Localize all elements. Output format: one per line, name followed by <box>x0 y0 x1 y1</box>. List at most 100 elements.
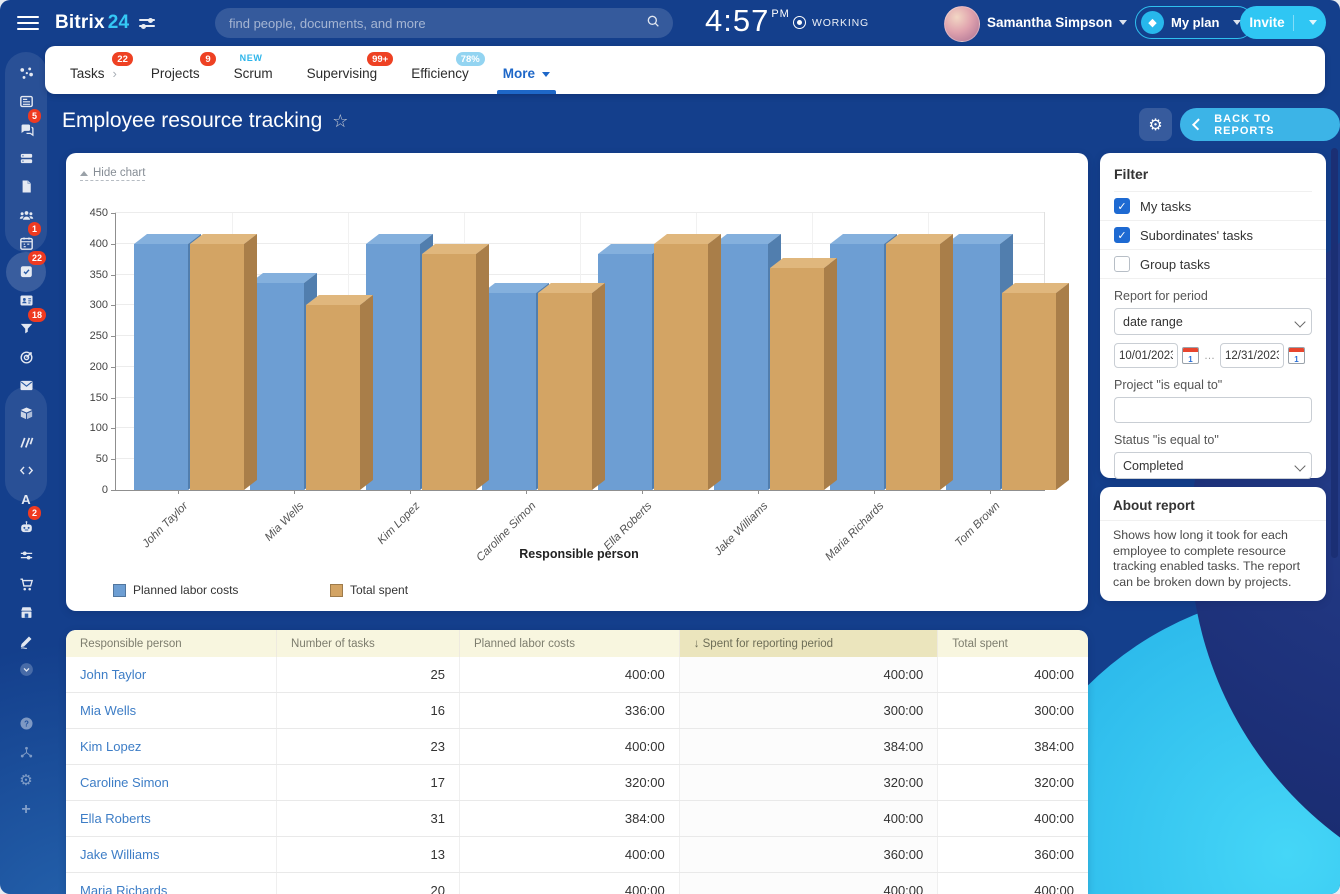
bar-total-spent[interactable] <box>886 244 940 490</box>
search-icon[interactable] <box>645 13 661 34</box>
bar-total-spent[interactable] <box>422 254 476 490</box>
chevron-right-icon[interactable]: › <box>113 66 117 81</box>
bar-planned-labor-costs[interactable] <box>946 244 1000 490</box>
column-header-total-spent[interactable]: Total spent <box>938 630 1088 657</box>
bar-total-spent[interactable] <box>538 293 592 490</box>
user-avatar[interactable] <box>944 6 980 42</box>
column-header-responsible-person[interactable]: Responsible person <box>66 630 277 657</box>
sidebar-item-sliders[interactable] <box>8 543 44 569</box>
filter-title: Filter <box>1100 153 1326 191</box>
tab-efficiency[interactable]: Efficiency78% <box>411 46 469 94</box>
date-to-input[interactable] <box>1220 343 1284 368</box>
bar-planned-labor-costs[interactable] <box>830 244 884 490</box>
sidebar-item-mail[interactable] <box>8 372 44 398</box>
back-to-reports-button[interactable]: BACK TO REPORTS <box>1180 108 1340 141</box>
period-label: Report for period <box>1100 279 1326 308</box>
hamburger-menu-icon[interactable] <box>17 16 39 31</box>
value-cell: 400:00 <box>679 801 938 837</box>
search-input[interactable] <box>227 15 645 32</box>
checkbox-checked-icon[interactable]: ✓ <box>1114 198 1130 214</box>
checkbox-checked-icon[interactable]: ✓ <box>1114 227 1130 243</box>
sidebar-item-share-network[interactable] <box>8 739 44 765</box>
value-cell: 384:00 <box>459 801 679 837</box>
bar-planned-labor-costs[interactable] <box>714 244 768 490</box>
column-header-planned-labor-costs[interactable]: Planned labor costs <box>459 630 679 657</box>
report-settings-button[interactable]: ⚙ <box>1139 108 1172 141</box>
sidebar-item-collapse-chevron[interactable] <box>8 656 44 682</box>
work-clock[interactable]: 4:57PM <box>705 3 790 39</box>
calendar-icon[interactable] <box>1288 347 1305 364</box>
y-tick-label: 250 <box>70 330 108 342</box>
user-menu[interactable]: Samantha Simpson <box>987 15 1127 30</box>
filter-checkbox-row-subordinates-tasks[interactable]: ✓Subordinates' tasks <box>1100 221 1326 250</box>
invite-button[interactable]: Invite <box>1240 6 1326 39</box>
bar-planned-labor-costs[interactable] <box>482 293 536 490</box>
period-select[interactable]: date range <box>1114 308 1312 335</box>
chart-card: Hide chart 050100150200250300350400450Jo… <box>66 153 1088 611</box>
bar-planned-labor-costs[interactable] <box>598 254 652 490</box>
bar-total-spent[interactable] <box>770 268 824 490</box>
working-status[interactable]: WORKING <box>793 16 869 29</box>
date-from-input[interactable] <box>1114 343 1178 368</box>
project-label: Project "is equal to" <box>1100 368 1326 397</box>
tab-more[interactable]: More <box>503 46 550 94</box>
svg-text:?: ? <box>24 720 29 729</box>
tab-projects[interactable]: Projects9 <box>151 46 200 94</box>
tab-tasks[interactable]: Tasks22› <box>70 46 117 94</box>
value-cell: 17 <box>277 765 460 801</box>
tab-badge: 78% <box>456 52 485 66</box>
scrollbar-thumb[interactable] <box>1331 148 1338 558</box>
checkbox-unchecked-icon[interactable] <box>1114 256 1130 272</box>
column-header-number-of-tasks[interactable]: Number of tasks <box>277 630 460 657</box>
person-link[interactable]: Ella Roberts <box>80 811 151 826</box>
person-link[interactable]: Kim Lopez <box>80 739 141 754</box>
my-plan-button[interactable]: ◆ My plan <box>1135 6 1254 39</box>
bar-total-spent[interactable] <box>654 244 708 490</box>
bar-total-spent[interactable] <box>190 244 244 490</box>
person-link[interactable]: Mia Wells <box>80 703 136 718</box>
sidebar-badge: 22 <box>28 251 46 265</box>
person-link[interactable]: John Taylor <box>80 667 146 682</box>
person-link[interactable]: Maria Richards <box>80 883 167 894</box>
bar-planned-labor-costs[interactable] <box>250 283 304 490</box>
sidebar-item-tasks[interactable]: 22 <box>8 259 44 285</box>
hide-chart-link[interactable]: Hide chart <box>80 167 145 181</box>
person-link[interactable]: Jake Williams <box>80 847 159 862</box>
sidebar-item-cart[interactable] <box>8 571 44 597</box>
bar-planned-labor-costs[interactable] <box>134 244 188 490</box>
filter-checkbox-row-group-tasks[interactable]: Group tasks <box>1100 250 1326 279</box>
sidebar-item-ai-bot[interactable]: 2 <box>8 514 44 540</box>
tab-label: Tasks <box>70 66 105 81</box>
favorite-star-icon[interactable]: ☆ <box>332 111 348 132</box>
logo-slider-icon[interactable] <box>139 16 155 30</box>
status-select[interactable]: Completed <box>1114 452 1312 479</box>
person-link[interactable]: Caroline Simon <box>80 775 169 790</box>
sidebar-item-chat[interactable]: 5 <box>8 117 44 143</box>
sidebar-item-video-drive[interactable] <box>8 145 44 171</box>
tab-supervising[interactable]: Supervising99+ <box>307 46 378 94</box>
sidebar-item-plus[interactable]: + <box>8 796 44 822</box>
global-search[interactable] <box>215 8 673 38</box>
tab-scrum[interactable]: ScrumNEW <box>234 46 273 94</box>
sidebar-item-store[interactable] <box>8 600 44 626</box>
sidebar-item-product-box[interactable] <box>8 401 44 427</box>
value-cell: 320:00 <box>938 765 1088 801</box>
sidebar-item-code[interactable] <box>8 458 44 484</box>
calendar-icon[interactable] <box>1182 347 1199 364</box>
bar-total-spent[interactable] <box>1002 293 1056 490</box>
table-row: John Taylor25400:00400:00400:00 <box>66 657 1088 693</box>
bar-total-spent[interactable] <box>306 305 360 490</box>
project-input[interactable] <box>1114 397 1312 423</box>
sidebar-item-sign[interactable] <box>8 628 44 654</box>
x-category-label: John Taylor <box>140 500 190 550</box>
sidebar-item-marketing[interactable] <box>8 429 44 455</box>
bar-planned-labor-costs[interactable] <box>366 244 420 490</box>
sidebar-item-crm-funnel[interactable]: 18 <box>8 316 44 342</box>
sidebar-item-settings-gear[interactable]: ⚙ <box>8 768 44 794</box>
sidebar-item-bitrix-pulse[interactable] <box>8 60 44 86</box>
filter-checkbox-row-my-tasks[interactable]: ✓My tasks <box>1100 192 1326 221</box>
sidebar-item-target[interactable] <box>8 344 44 370</box>
sidebar-item-docs[interactable] <box>8 174 44 200</box>
column-header-spent-for-reporting-period[interactable]: ↓ Spent for reporting period <box>679 630 938 657</box>
sidebar-item-help[interactable]: ? <box>8 711 44 737</box>
